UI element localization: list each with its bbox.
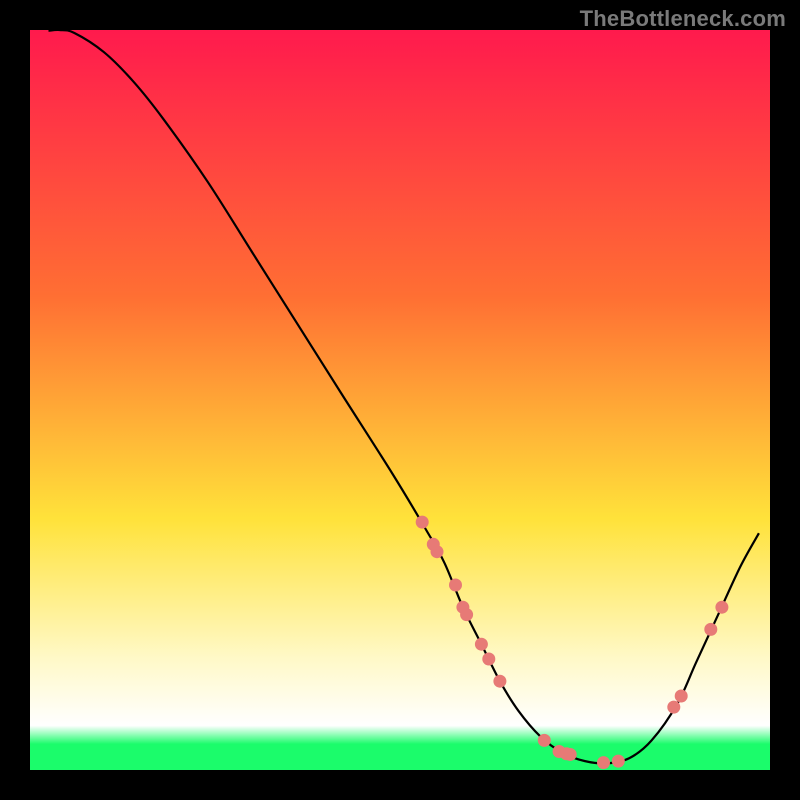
marker-dot xyxy=(416,516,428,528)
chart-svg xyxy=(0,0,800,800)
marker-dot xyxy=(564,748,576,760)
marker-dot xyxy=(538,734,550,746)
marker-dot xyxy=(598,757,610,769)
marker-dot xyxy=(450,579,462,591)
marker-dot xyxy=(668,701,680,713)
gradient-background xyxy=(30,30,770,770)
marker-dot xyxy=(461,609,473,621)
marker-dot xyxy=(483,653,495,665)
marker-dot xyxy=(612,755,624,767)
marker-dot xyxy=(675,690,687,702)
marker-dot xyxy=(475,638,487,650)
marker-dot xyxy=(494,675,506,687)
marker-dot xyxy=(431,546,443,558)
marker-dot xyxy=(716,601,728,613)
watermark-text: TheBottleneck.com xyxy=(580,6,786,32)
chart-stage: TheBottleneck.com xyxy=(0,0,800,800)
marker-dot xyxy=(705,623,717,635)
